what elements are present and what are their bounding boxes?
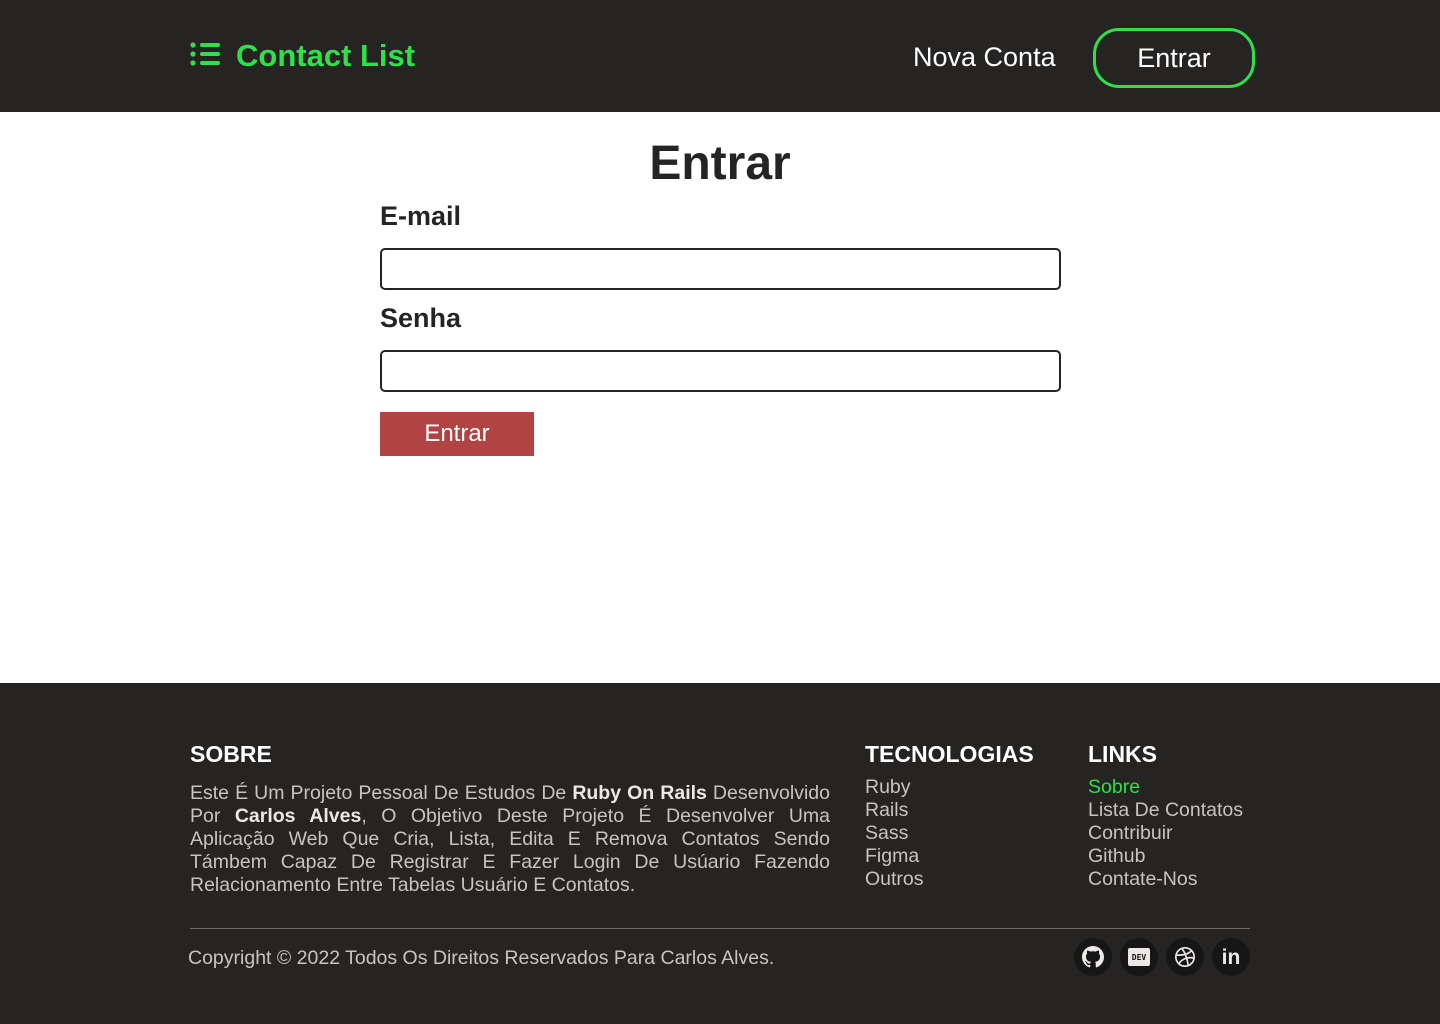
tech-title: TECNOLOGIAS xyxy=(865,741,1034,767)
footer-link-contribute[interactable]: Contribuir xyxy=(1088,822,1243,845)
email-field[interactable] xyxy=(380,248,1061,290)
brand-name: Contact List xyxy=(236,38,416,73)
password-label: Senha xyxy=(380,303,462,333)
copyright-text: Copyright © 2022 Todos Os Direitos Reser… xyxy=(188,947,775,969)
links-title: LINKS xyxy=(1088,741,1157,767)
list-item: Outros xyxy=(865,868,924,890)
footer-link-contact-list[interactable]: Lista De Contatos xyxy=(1088,799,1243,822)
dev-badge: DEV xyxy=(1128,948,1150,966)
page-title: Entrar xyxy=(649,137,791,190)
footer-link-contact[interactable]: Contate-Nos xyxy=(1088,868,1243,891)
footer-link-sobre[interactable]: Sobre xyxy=(1088,776,1243,799)
linkedin-glyph: in xyxy=(1221,945,1241,969)
password-field[interactable] xyxy=(380,350,1061,392)
list-icon xyxy=(190,41,222,72)
brand-logo[interactable]: Contact List xyxy=(190,36,415,76)
dev-to-icon[interactable]: DEV xyxy=(1120,938,1158,976)
login-submit-button[interactable]: Entrar xyxy=(380,412,534,456)
dribbble-icon[interactable] xyxy=(1166,938,1204,976)
new-account-link[interactable]: Nova Conta xyxy=(913,40,1056,74)
list-item: Rails xyxy=(865,799,909,821)
list-item: Ruby xyxy=(865,776,911,798)
github-icon[interactable] xyxy=(1074,938,1112,976)
footer-link-github[interactable]: Github xyxy=(1088,845,1243,868)
links-list: Sobre Lista De Contatos Contribuir Githu… xyxy=(1088,776,1243,891)
login-nav-button[interactable]: Entrar xyxy=(1093,28,1255,88)
top-navbar: Contact List Nova Conta Entrar xyxy=(0,0,1440,112)
email-label: E-mail xyxy=(380,201,462,231)
about-title: SOBRE xyxy=(190,741,272,767)
list-item: Figma xyxy=(865,845,920,867)
footer-divider xyxy=(190,928,1250,929)
about-description: Este É Um Projeto Pessoal De Estudos De … xyxy=(190,782,831,896)
footer: SOBRE Este É Um Projeto Pessoal De Estud… xyxy=(0,683,1440,1024)
tech-list: Ruby Rails Sass Figma Outros xyxy=(865,776,924,891)
linkedin-icon[interactable]: in xyxy=(1212,938,1250,976)
list-item: Sass xyxy=(865,822,909,844)
